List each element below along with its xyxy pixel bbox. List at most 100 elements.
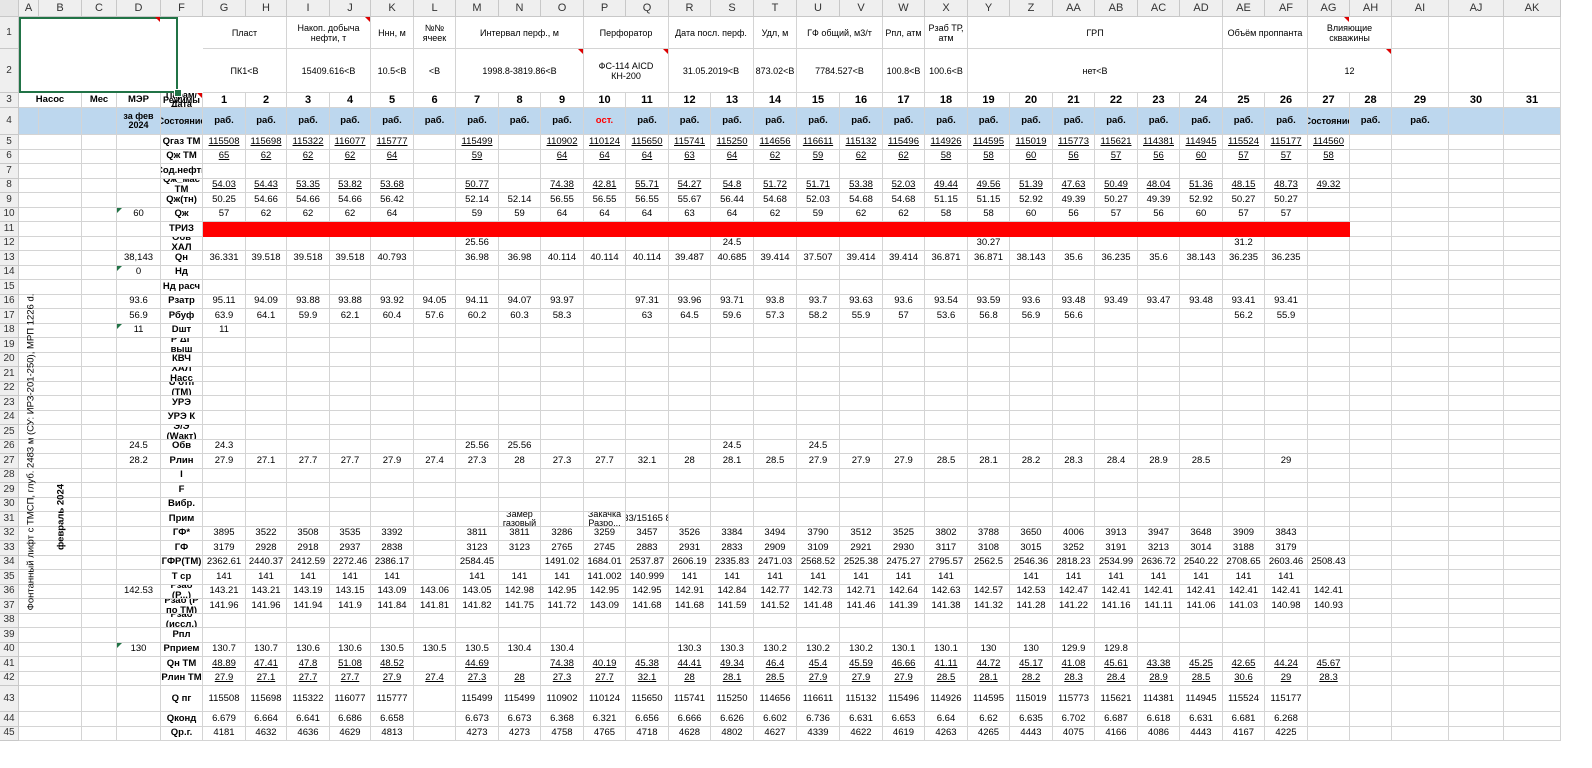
data-cell[interactable]: 36.98 <box>499 251 541 266</box>
data-cell[interactable]: 3179 <box>1265 541 1308 556</box>
cell[interactable] <box>82 338 117 353</box>
data-cell[interactable]: 27.7 <box>287 671 330 686</box>
column-header-D[interactable]: D <box>117 0 161 17</box>
data-cell[interactable]: 46.4 <box>754 657 797 672</box>
data-cell[interactable]: 93.8 <box>754 294 797 309</box>
data-cell[interactable]: 56 <box>1138 149 1180 164</box>
data-cell[interactable]: 54.8 <box>711 178 754 193</box>
data-cell[interactable]: 62 <box>246 149 287 164</box>
comment-indicator-icon[interactable] <box>365 17 370 22</box>
data-cell[interactable]: 140.93 <box>1308 599 1350 614</box>
data-cell[interactable] <box>626 410 669 425</box>
data-cell[interactable] <box>1449 584 1504 599</box>
data-cell[interactable] <box>1138 497 1180 512</box>
data-cell[interactable]: 64 <box>626 207 669 222</box>
data-cell[interactable]: 4273 <box>456 726 499 741</box>
data-cell[interactable]: 48.89 <box>203 657 246 672</box>
column-header-AD[interactable]: AD <box>1180 0 1223 17</box>
data-cell[interactable]: 64 <box>711 207 754 222</box>
data-cell[interactable]: 116077 <box>330 686 371 712</box>
data-cell[interactable]: 53.68 <box>371 178 414 193</box>
row-header-7[interactable]: 7 <box>0 164 19 179</box>
header-group-value[interactable]: 7784.527<В <box>797 49 883 93</box>
data-cell[interactable] <box>1350 671 1392 686</box>
data-cell[interactable] <box>330 483 371 498</box>
data-cell[interactable] <box>1308 468 1350 483</box>
data-cell[interactable]: 35.6 <box>1053 251 1095 266</box>
data-cell[interactable] <box>669 396 711 411</box>
cell[interactable] <box>82 512 117 527</box>
state-cell[interactable]: раб. <box>840 108 883 135</box>
cell[interactable] <box>82 686 117 712</box>
data-cell[interactable] <box>414 207 456 222</box>
data-cell[interactable]: 45.67 <box>1308 657 1350 672</box>
data-cell[interactable]: 142.41 <box>1095 584 1138 599</box>
data-cell[interactable] <box>541 410 584 425</box>
data-cell[interactable]: 141 <box>1138 570 1180 585</box>
data-cell[interactable] <box>968 483 1010 498</box>
data-cell[interactable]: 114945 <box>1180 135 1223 150</box>
data-cell[interactable]: 3179 <box>203 541 246 556</box>
data-cell[interactable] <box>1449 483 1504 498</box>
data-cell[interactable] <box>1449 309 1504 324</box>
data-cell[interactable] <box>1180 309 1223 324</box>
data-cell[interactable] <box>840 338 883 353</box>
data-cell[interactable] <box>1095 381 1138 396</box>
data-cell[interactable] <box>414 497 456 512</box>
data-cell[interactable] <box>203 367 246 382</box>
data-cell[interactable]: 28.2 <box>1010 454 1053 469</box>
data-cell[interactable]: 51.71 <box>797 178 840 193</box>
data-cell[interactable] <box>1308 309 1350 324</box>
data-cell[interactable]: 115621 <box>1095 686 1138 712</box>
column-header-AJ[interactable]: AJ <box>1449 0 1504 17</box>
data-cell[interactable]: 6.653 <box>883 712 925 727</box>
data-cell[interactable] <box>246 381 287 396</box>
cell[interactable] <box>82 135 117 150</box>
data-cell[interactable] <box>584 439 626 454</box>
data-cell[interactable] <box>414 483 456 498</box>
data-cell[interactable] <box>584 222 626 237</box>
data-cell[interactable]: 2818.23 <box>1053 555 1095 570</box>
mode-value[interactable] <box>117 425 161 440</box>
data-cell[interactable]: 58 <box>968 149 1010 164</box>
data-cell[interactable]: 64 <box>541 207 584 222</box>
data-cell[interactable] <box>287 381 330 396</box>
data-cell[interactable] <box>1308 367 1350 382</box>
data-cell[interactable]: 141 <box>711 570 754 585</box>
data-cell[interactable] <box>1392 222 1449 237</box>
data-cell[interactable] <box>330 613 371 628</box>
data-cell[interactable] <box>711 381 754 396</box>
column-header-AB[interactable]: AB <box>1095 0 1138 17</box>
data-cell[interactable]: 115499 <box>456 686 499 712</box>
data-cell[interactable]: 3909 <box>1223 526 1265 541</box>
data-cell[interactable] <box>414 280 456 295</box>
data-cell[interactable]: 114381 <box>1138 686 1180 712</box>
data-cell[interactable]: 115621 <box>1095 135 1138 150</box>
data-cell[interactable] <box>330 236 371 251</box>
cell[interactable] <box>82 108 117 135</box>
data-cell[interactable] <box>499 352 541 367</box>
mode-value[interactable] <box>117 726 161 741</box>
data-cell[interactable] <box>626 280 669 295</box>
data-cell[interactable] <box>414 149 456 164</box>
data-cell[interactable] <box>246 483 287 498</box>
data-cell[interactable] <box>754 338 797 353</box>
data-cell[interactable] <box>203 512 246 527</box>
data-cell[interactable] <box>1449 555 1504 570</box>
data-cell[interactable] <box>1504 599 1561 614</box>
data-cell[interactable] <box>1308 294 1350 309</box>
data-cell[interactable] <box>1308 439 1350 454</box>
data-cell[interactable]: 141 <box>1223 570 1265 585</box>
cell[interactable] <box>1392 17 1449 49</box>
data-cell[interactable] <box>414 686 456 712</box>
data-cell[interactable] <box>1095 483 1138 498</box>
data-cell[interactable] <box>1010 381 1053 396</box>
data-cell[interactable]: 4273 <box>499 726 541 741</box>
data-cell[interactable] <box>371 236 414 251</box>
data-cell[interactable]: 36.235 <box>1265 251 1308 266</box>
data-cell[interactable] <box>925 439 968 454</box>
column-header-Q[interactable]: Q <box>626 0 669 17</box>
data-cell[interactable]: 45.59 <box>840 657 883 672</box>
data-cell[interactable]: 52.14 <box>456 193 499 208</box>
data-cell[interactable]: 130.1 <box>925 642 968 657</box>
